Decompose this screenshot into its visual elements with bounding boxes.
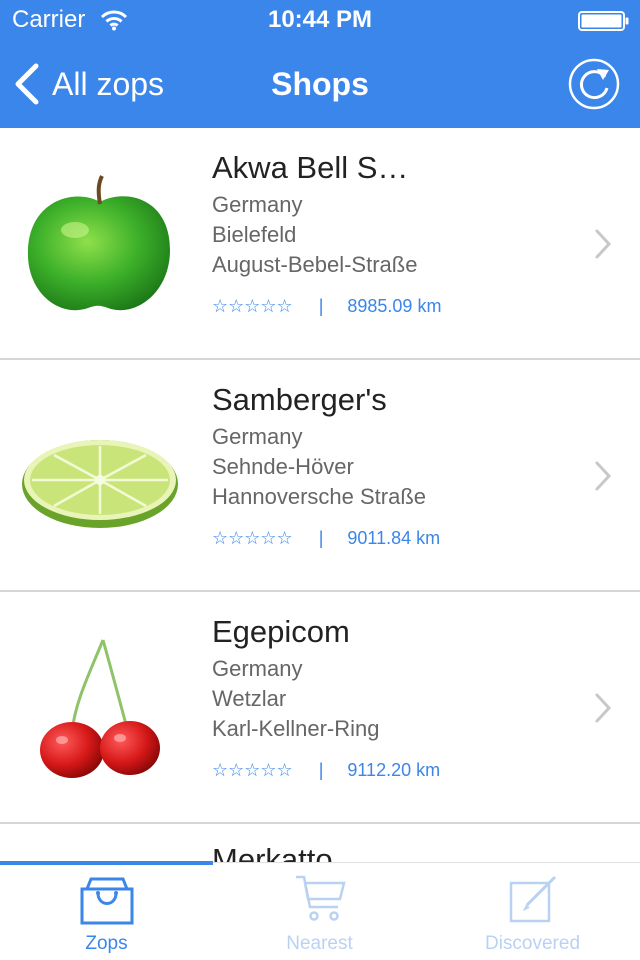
shop-meta: ☆☆☆☆☆ | 9011.84 km [212,528,440,549]
back-label: All zops [52,65,165,102]
cherries-icon [40,639,160,778]
tab-zops[interactable]: Zops [0,863,213,960]
shop-city: Bielefeld [212,222,297,247]
shop-country: Germany [212,424,303,449]
shop-distance: 9112.20 km [347,760,441,780]
shop-street: Hannoversche Straße [212,484,426,509]
shopping-bag-icon [80,877,133,925]
edit-icon [509,875,556,923]
shop-street: August-Bebel-Straße [212,252,418,277]
shop-name: Egepicom [212,614,350,649]
back-chevron-icon [15,63,39,105]
tab-discovered[interactable]: Discovered [426,863,639,960]
tab-label: Nearest [286,933,353,954]
shop-meta: ☆☆☆☆☆ | 9112.20 km [212,760,440,781]
shop-meta: ☆☆☆☆☆ | 8985.09 km [212,296,441,317]
battery-icon [578,11,629,31]
chevron-right-icon [595,229,612,259]
chevron-right-icon [595,693,612,723]
shop-name: Akwa Bell S… [212,150,409,185]
shop-street: Karl-Kellner-Ring [212,716,380,741]
status-time: 10:44 PM [267,6,373,33]
shop-distance: 9011.84 km [347,528,441,548]
shop-row[interactable]: Samberger's Germany Sehnde-Höver Hannove… [0,360,640,592]
refresh-icon[interactable] [568,58,620,110]
shop-country: Germany [212,192,303,217]
shop-row[interactable]: Egepicom Germany Wetzlar Karl-Kellner-Ri… [0,592,640,824]
shop-distance: 8985.09 km [347,296,442,316]
rating-stars: ☆☆☆☆☆ [212,296,293,316]
status-bar: Carrier 10:44 PM [0,0,640,40]
lime-slice-icon [22,440,178,528]
meta-separator: | [318,296,324,316]
shop-city: Wetzlar [212,686,287,711]
nav-bar: All zops Shops [0,40,640,128]
shop-name: Samberger's [212,382,387,417]
tab-nearest[interactable]: Nearest [213,863,426,960]
tab-bar: Zops Nearest Discovered [0,861,640,960]
back-button[interactable]: All zops [14,62,164,106]
cart-icon [295,875,346,921]
chevron-right-icon [595,461,612,491]
rating-stars: ☆☆☆☆☆ [212,528,293,548]
meta-separator: | [318,528,324,548]
shop-row[interactable]: Akwa Bell S… Germany Bielefeld August-Be… [0,128,640,360]
tab-label: Zops [85,933,128,954]
shop-name: Merkatto [212,842,333,862]
header: Carrier 10:44 PM All zops Shops [0,0,640,128]
tab-label: Discovered [484,933,581,954]
rating-stars: ☆☆☆☆☆ [212,760,293,780]
shop-city: Sehnde-Höver [212,454,354,479]
shop-row[interactable]: Merkatto [0,824,640,862]
meta-separator: | [318,760,324,780]
green-apple-icon [27,175,171,311]
shop-country: Germany [212,656,303,681]
shop-list: Akwa Bell S… Germany Bielefeld August-Be… [0,128,640,862]
